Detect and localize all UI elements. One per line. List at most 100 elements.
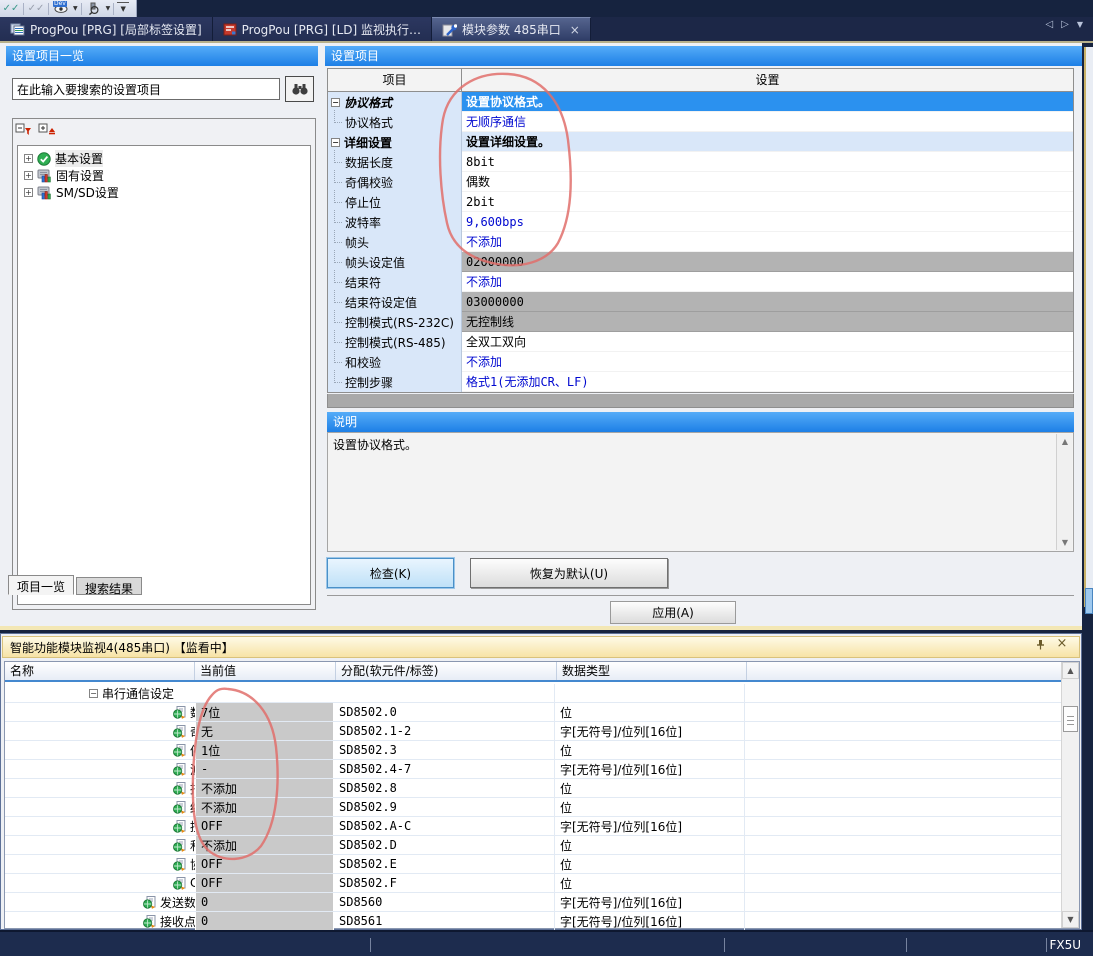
document-tab[interactable]: 模块参数 485串口× bbox=[432, 17, 591, 41]
auto-hide-pin-icon[interactable] bbox=[1033, 637, 1047, 651]
settings-value[interactable]: 无顺序通信 bbox=[462, 112, 1073, 132]
settings-item-label[interactable]: 协议格式 bbox=[328, 112, 462, 132]
settings-item-label[interactable]: 控制模式(RS-232C) bbox=[328, 312, 462, 332]
settings-item-label[interactable]: 控制模式(RS-485) bbox=[328, 332, 462, 352]
settings-row[interactable]: 控制模式(RS-485)全双工双向 bbox=[328, 332, 1073, 352]
settings-item-label[interactable]: 结束符 bbox=[328, 272, 462, 292]
settings-value[interactable]: 不添加 bbox=[462, 232, 1073, 252]
close-icon[interactable]: × bbox=[1055, 636, 1069, 652]
scroll-up-icon[interactable]: ▲ bbox=[1057, 434, 1073, 449]
settings-value[interactable]: 2bit bbox=[462, 192, 1073, 212]
collapse-icon[interactable]: − bbox=[89, 689, 98, 698]
settings-item-label[interactable]: 帧头设定值 bbox=[328, 252, 462, 272]
apply-button[interactable]: 应用(A) bbox=[610, 601, 736, 624]
settings-value[interactable]: 02000000 bbox=[462, 252, 1073, 272]
scroll-down-icon[interactable]: ▼ bbox=[1057, 535, 1073, 550]
tab-search-result[interactable]: 搜索结果 bbox=[76, 577, 142, 595]
settings-value[interactable]: 8bit bbox=[462, 152, 1073, 172]
double-check-icon[interactable]: ✓✓ bbox=[2, 1, 20, 16]
settings-value[interactable]: 设置协议格式。 bbox=[462, 92, 1073, 112]
settings-row[interactable]: 数据长度8bit bbox=[328, 152, 1073, 172]
expand-icon[interactable]: + bbox=[24, 154, 33, 163]
expand-icon[interactable]: + bbox=[24, 188, 33, 197]
monitor-row[interactable]: 奇偶校验无SD8502.1-2字[无符号]/位列[16位] bbox=[5, 722, 1061, 741]
monitor-row[interactable]: 报头不添加SD8502.8位 bbox=[5, 779, 1061, 798]
settings-item-label[interactable]: 数据长度 bbox=[328, 152, 462, 172]
settings-item-label[interactable]: 和校验 bbox=[328, 352, 462, 372]
restore-default-button[interactable]: 恢复为默认(U) bbox=[470, 558, 668, 588]
description-scrollbar[interactable]: ▲ ▼ bbox=[1056, 434, 1072, 550]
monitor-name-cell[interactable]: 波特率 bbox=[5, 760, 195, 778]
settings-row[interactable]: 结束符不添加 bbox=[328, 272, 1073, 292]
settings-item-label[interactable]: 波特率 bbox=[328, 212, 462, 232]
settings-value[interactable]: 不添加 bbox=[462, 352, 1073, 372]
monitor-name-cell[interactable]: 发送数据的剩余点数 bbox=[5, 893, 195, 911]
settings-value[interactable]: 全双工双向 bbox=[462, 332, 1073, 352]
monitor-name-cell[interactable]: −串行通信设定 bbox=[5, 684, 195, 702]
settings-row[interactable]: 帧头不添加 bbox=[328, 232, 1073, 252]
monitor-row[interactable]: −串行通信设定 bbox=[5, 684, 1061, 703]
settings-row[interactable]: 波特率9,600bps bbox=[328, 212, 1073, 232]
settings-value[interactable]: 03000000 bbox=[462, 292, 1073, 312]
monitor-name-cell[interactable]: 奇偶校验 bbox=[5, 722, 195, 740]
collapse-all-icon[interactable] bbox=[15, 123, 32, 141]
settings-row[interactable]: 和校验不添加 bbox=[328, 352, 1073, 372]
tab-list-dropdown-icon[interactable]: ▼ bbox=[1077, 20, 1083, 29]
monitor-titlebar[interactable]: 智能功能模块监视4(485串口) 【监看中】 bbox=[2, 636, 1080, 658]
settings-value[interactable]: 9,600bps bbox=[462, 212, 1073, 232]
scroll-down-icon[interactable]: ▼ bbox=[1062, 911, 1079, 928]
device-view-eye-icon[interactable]: Dev bbox=[52, 1, 70, 16]
settings-row[interactable]: 控制模式(RS-232C)无控制线 bbox=[328, 312, 1073, 332]
monitor-name-cell[interactable]: 结束符 bbox=[5, 798, 195, 816]
tab-scroll-right-icon[interactable]: ▷ bbox=[1061, 19, 1069, 30]
settings-item-label[interactable]: 控制步骤 bbox=[328, 372, 462, 392]
settings-item-label[interactable]: −详细设置 bbox=[328, 132, 462, 152]
monitor-row[interactable]: 结束符不添加SD8502.9位 bbox=[5, 798, 1061, 817]
search-input[interactable] bbox=[12, 78, 280, 100]
settings-value[interactable]: 格式1(无添加CR、LF) bbox=[462, 372, 1073, 392]
settings-row[interactable]: 控制步骤格式1(无添加CR、LF) bbox=[328, 372, 1073, 392]
scroll-up-icon[interactable]: ▲ bbox=[1062, 662, 1079, 679]
monitor-row[interactable]: 和校验不添加SD8502.D位 bbox=[5, 836, 1061, 855]
settings-item-label[interactable]: 结束符设定值 bbox=[328, 292, 462, 312]
settings-row[interactable]: −协议格式设置协议格式。 bbox=[328, 92, 1073, 112]
scrollbar-thumb[interactable] bbox=[1063, 706, 1078, 732]
toolbar-overflow-icon[interactable]: ▼ bbox=[117, 2, 129, 15]
tree-item[interactable]: +固有设置 bbox=[18, 167, 310, 184]
monitor-name-cell[interactable]: 数据长度 bbox=[5, 703, 195, 721]
settings-row[interactable]: 协议格式无顺序通信 bbox=[328, 112, 1073, 132]
settings-value[interactable]: 设置详细设置。 bbox=[462, 132, 1073, 152]
settings-value[interactable]: 偶数 bbox=[462, 172, 1073, 192]
settings-item-label[interactable]: 奇偶校验 bbox=[328, 172, 462, 192]
document-tab[interactable]: ProgPou [PRG] [LD] 监视执行… bbox=[213, 17, 432, 41]
settings-value[interactable]: 不添加 bbox=[462, 272, 1073, 292]
document-tab[interactable]: ProgPou [PRG] [局部标签设置] bbox=[0, 17, 213, 41]
monitor-scrollbar[interactable]: ▲ ▼ bbox=[1061, 662, 1079, 928]
search-button[interactable] bbox=[285, 76, 314, 102]
monitor-row[interactable]: 停止位1位SD8502.3位 bbox=[5, 741, 1061, 760]
tab-item-list[interactable]: 项目一览 bbox=[8, 575, 74, 595]
dev-dropdown-icon[interactable]: ▼ bbox=[73, 5, 78, 12]
monitor-name-cell[interactable]: 协议 bbox=[5, 855, 195, 873]
device-search-icon[interactable] bbox=[85, 1, 103, 16]
monitor-row[interactable]: CR/LFOFFSD8502.F位 bbox=[5, 874, 1061, 893]
check-button[interactable]: 检查(K) bbox=[327, 558, 454, 588]
tree-item[interactable]: +基本设置 bbox=[18, 150, 310, 167]
monitor-name-cell[interactable]: 停止位 bbox=[5, 741, 195, 759]
settings-value[interactable]: 无控制线 bbox=[462, 312, 1073, 332]
monitor-name-cell[interactable]: 报头 bbox=[5, 779, 195, 797]
tab-scroll-left-icon[interactable]: ◁ bbox=[1045, 19, 1053, 30]
settings-row[interactable]: 奇偶校验偶数 bbox=[328, 172, 1073, 192]
expand-icon[interactable]: + bbox=[24, 171, 33, 180]
search-dropdown-icon[interactable]: ▼ bbox=[106, 5, 111, 12]
settings-row[interactable]: 帧头设定值02000000 bbox=[328, 252, 1073, 272]
monitor-row[interactable]: 发送数据的剩余点数0SD8560字[无符号]/位列[16位] bbox=[5, 893, 1061, 912]
settings-row[interactable]: −详细设置设置详细设置。 bbox=[328, 132, 1073, 152]
settings-row[interactable]: 结束符设定值03000000 bbox=[328, 292, 1073, 312]
expand-all-icon[interactable] bbox=[38, 123, 55, 141]
monitor-row[interactable]: 数据长度7位SD8502.0位 bbox=[5, 703, 1061, 722]
monitor-row[interactable]: 接收点数的监控0SD8561字[无符号]/位列[16位] bbox=[5, 912, 1061, 931]
settings-item-label[interactable]: 停止位 bbox=[328, 192, 462, 212]
settings-item-label[interactable]: 帧头 bbox=[328, 232, 462, 252]
tree-item[interactable]: +SM/SD设置 bbox=[18, 184, 310, 201]
